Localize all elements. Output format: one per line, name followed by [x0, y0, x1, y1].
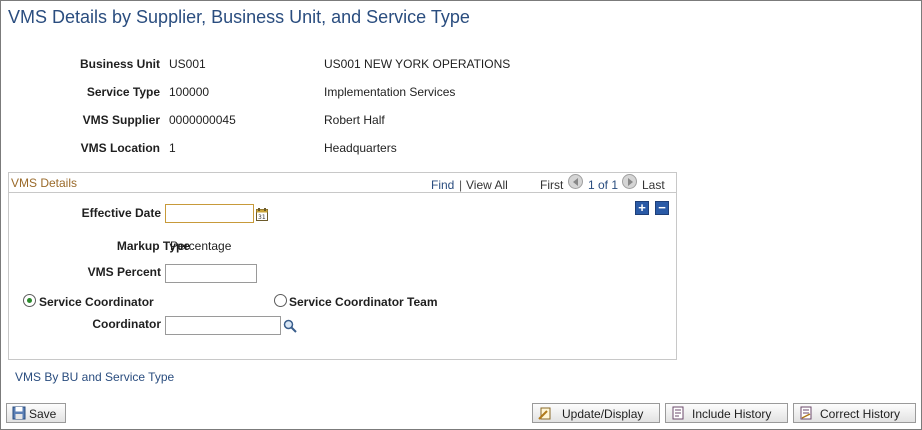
- business-unit-description: US001 NEW YORK OPERATIONS: [324, 57, 511, 71]
- grid-header: VMS Details Find | View All First 1 of 1…: [9, 173, 676, 193]
- vms-location-value: 1: [169, 141, 176, 155]
- svg-text:31: 31: [258, 214, 266, 221]
- vms-percent-label: VMS Percent: [87, 265, 161, 279]
- coordinator-label: Coordinator: [92, 317, 161, 331]
- calendar-icon[interactable]: 31: [256, 208, 268, 224]
- save-icon: [12, 406, 26, 420]
- service-type-label: Service Type: [86, 85, 160, 99]
- effective-date-input[interactable]: [165, 204, 254, 223]
- business-unit-label: Business Unit: [79, 57, 160, 71]
- coordinator-input[interactable]: [165, 316, 281, 335]
- next-arrow-icon[interactable]: [622, 174, 637, 189]
- vms-percent-input[interactable]: [165, 264, 257, 283]
- vms-supplier-value: 0000000045: [169, 113, 236, 127]
- grid-title: VMS Details: [11, 176, 78, 190]
- correct-history-label: Correct History: [820, 407, 901, 421]
- vms-details-grid: VMS Details Find | View All First 1 of 1…: [8, 172, 677, 360]
- first-link[interactable]: First: [540, 178, 563, 192]
- nav-separator: |: [459, 178, 463, 192]
- save-label: Save: [29, 407, 57, 421]
- save-button[interactable]: Save: [6, 403, 66, 423]
- vms-supplier-description: Robert Half: [324, 113, 385, 127]
- vms-by-bu-link[interactable]: VMS By BU and Service Type: [15, 370, 174, 384]
- include-history-button[interactable]: Include History: [665, 403, 788, 423]
- vms-location-label: VMS Location: [80, 141, 160, 155]
- page-title: VMS Details by Supplier, Business Unit, …: [8, 7, 470, 27]
- view-all-link[interactable]: View All: [466, 178, 508, 192]
- service-coordinator-label: Service Coordinator: [39, 295, 154, 309]
- update-display-label: Update/Display: [562, 407, 644, 421]
- business-unit-value: US001: [169, 57, 206, 71]
- markup-type-value: Percentage: [170, 239, 232, 253]
- magnifier-icon[interactable]: [283, 319, 297, 336]
- service-type-value: 100000: [169, 85, 210, 99]
- previous-arrow-icon[interactable]: [568, 174, 583, 189]
- vms-supplier-label: VMS Supplier: [82, 113, 160, 127]
- correct-history-button[interactable]: Correct History: [793, 403, 916, 423]
- service-coordinator-radio[interactable]: [23, 294, 36, 307]
- find-link[interactable]: Find: [431, 178, 454, 192]
- include-history-label: Include History: [692, 407, 772, 421]
- history-icon: [671, 406, 685, 420]
- correct-history-icon: [799, 406, 813, 420]
- add-row-button[interactable]: +: [635, 201, 649, 215]
- row-count: 1 of 1: [588, 178, 619, 192]
- service-type-description: Implementation Services: [324, 85, 456, 99]
- delete-row-button[interactable]: −: [655, 201, 669, 215]
- effective-date-label: Effective Date: [81, 206, 161, 220]
- vms-location-description: Headquarters: [324, 141, 397, 155]
- service-coordinator-team-radio[interactable]: [274, 294, 287, 307]
- update-display-button[interactable]: Update/Display: [532, 403, 660, 423]
- update-icon: [538, 406, 552, 420]
- last-link[interactable]: Last: [642, 178, 665, 192]
- service-coordinator-team-label: Service Coordinator Team: [289, 295, 438, 309]
